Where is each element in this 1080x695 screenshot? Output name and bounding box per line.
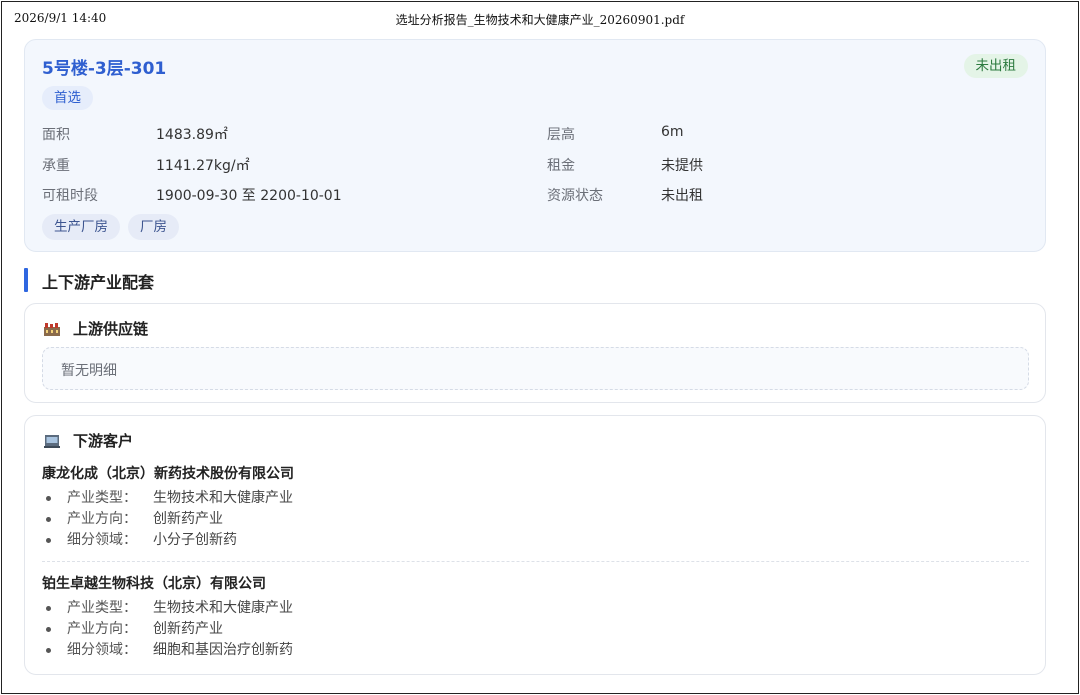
load-label: 承重 <box>42 158 70 174</box>
downstream-card: 下游客户 康龙化成（北京）新药技术股份有限公司 产业类型： 生物技术和大健康产业… <box>24 415 1046 675</box>
bullet <box>46 648 51 653</box>
bullet <box>46 517 51 522</box>
bullet <box>46 606 51 611</box>
detail-label: 细分领域： <box>67 642 137 658</box>
detail-label: 细分领域： <box>67 532 137 548</box>
detail-label: 产业类型： <box>67 490 137 506</box>
preference-tag: 首选 <box>42 86 93 110</box>
detail-label: 产业方向： <box>67 621 137 637</box>
type-tags: 生产厂房 厂房 <box>42 214 179 240</box>
print-header: 2026/9/1 14:40 选址分析报告_生物技术和大健康产业_2026090… <box>0 0 1080 34</box>
area-value: 1483.89㎡ <box>156 127 228 143</box>
bullet <box>46 627 51 632</box>
bullet <box>46 538 51 543</box>
resource-label: 资源状态 <box>547 188 603 204</box>
detail-value: 创新药产业 <box>153 621 223 637</box>
detail-value: 细胞和基因治疗创新药 <box>153 642 293 658</box>
bullet <box>46 496 51 501</box>
detail-value: 生物技术和大健康产业 <box>153 600 293 616</box>
unit-card: 5号楼-3层-301 未出租 首选 面积 1483.89㎡ 层高 6m 承重 1… <box>24 39 1046 252</box>
detail-label: 产业类型： <box>67 600 137 616</box>
company-entry: 铂生卓越生物科技（北京）有限公司 产业类型： 生物技术和大健康产业 产业方向： … <box>42 573 1029 658</box>
building-icon <box>43 432 61 450</box>
unit-title: 5号楼-3层-301 <box>42 59 167 79</box>
type-tag: 生产厂房 <box>42 214 120 240</box>
document-title: 选址分析报告_生物技术和大健康产业_20260901.pdf <box>395 13 685 27</box>
upstream-title: 上游供应链 <box>73 320 149 338</box>
downstream-title: 下游客户 <box>73 432 134 450</box>
rent-value: 未提供 <box>661 158 703 174</box>
company-name: 铂生卓越生物科技（北京）有限公司 <box>42 576 266 592</box>
rent-label: 租金 <box>547 158 575 174</box>
detail-value: 生物技术和大健康产业 <box>153 490 293 506</box>
period-value: 1900-09-30 至 2200-10-01 <box>156 188 342 204</box>
empty-text: 暂无明细 <box>61 363 117 379</box>
company-name: 康龙化成（北京）新药技术股份有限公司 <box>42 466 294 482</box>
period-label: 可租时段 <box>42 188 98 204</box>
height-value: 6m <box>661 124 684 140</box>
section-accent-bar <box>24 268 28 292</box>
height-label: 层高 <box>547 127 575 143</box>
resource-value: 未出租 <box>661 188 703 204</box>
status-badge: 未出租 <box>963 54 1028 78</box>
detail-value: 创新药产业 <box>153 511 223 527</box>
company-entry: 康龙化成（北京）新药技术股份有限公司 产业类型： 生物技术和大健康产业 产业方向… <box>42 463 1029 548</box>
detail-value: 小分子创新药 <box>153 532 237 548</box>
section-title: 上下游产业配套 <box>42 273 155 292</box>
upstream-card: 上游供应链 暂无明细 <box>24 303 1046 403</box>
type-tag: 厂房 <box>128 214 179 240</box>
downstream-header: 下游客户 <box>43 430 133 451</box>
load-value: 1141.27kg/㎡ <box>156 158 250 174</box>
area-label: 面积 <box>42 127 70 143</box>
detail-label: 产业方向： <box>67 511 137 527</box>
factory-icon <box>43 320 61 338</box>
company-divider <box>42 561 1029 562</box>
empty-state: 暂无明细 <box>42 347 1029 390</box>
upstream-header: 上游供应链 <box>43 318 148 339</box>
